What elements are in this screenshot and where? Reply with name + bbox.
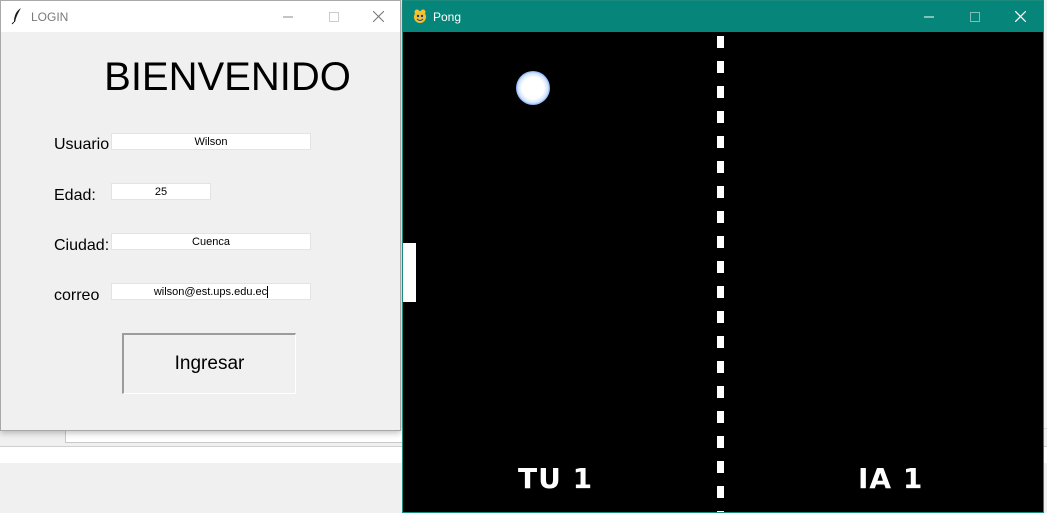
net-dash (717, 36, 724, 48)
correo-value: wilson@est.ups.edu.ec (153, 286, 268, 298)
pong-game-canvas[interactable]: TU 1 IA 1 (403, 32, 1043, 512)
net-dash (717, 386, 724, 398)
maximize-button[interactable] (952, 1, 998, 32)
feather-icon (11, 8, 21, 25)
player-paddle (403, 243, 416, 302)
maximize-button[interactable] (311, 1, 357, 32)
net-dash (717, 111, 724, 123)
net-dash (717, 161, 724, 173)
net-dash (717, 236, 724, 248)
net-dash (717, 486, 724, 498)
net-dash (717, 511, 724, 512)
close-button[interactable] (355, 1, 401, 32)
maximize-icon (970, 11, 980, 22)
welcome-heading: BIENVENIDO (104, 55, 351, 99)
window-title: Pong (433, 10, 462, 24)
net-dash (717, 86, 724, 98)
correo-label: correo (54, 287, 100, 304)
net-dash (717, 211, 724, 223)
center-net (717, 32, 724, 512)
correo-input[interactable]: wilson@est.ups.edu.ec (111, 283, 311, 300)
edad-label: Edad: (54, 187, 96, 204)
player-score: TU 1 (518, 462, 594, 495)
pong-titlebar[interactable]: Pong (403, 1, 1043, 32)
login-window: LOGIN BIENVENIDO Usuario Wilson Edad: 25… (0, 0, 401, 431)
minimize-icon (924, 16, 934, 17)
ingresar-button[interactable]: Ingresar (122, 333, 296, 394)
usuario-label: Usuario (54, 136, 110, 153)
ai-score: IA 1 (858, 462, 924, 495)
net-dash (717, 436, 724, 448)
close-icon (1014, 11, 1026, 22)
net-dash (717, 136, 724, 148)
ciudad-input[interactable]: Cuenca (111, 233, 311, 250)
text-caret (267, 286, 269, 299)
maximize-icon (329, 11, 339, 22)
net-dash (717, 411, 724, 423)
minimize-button[interactable] (906, 1, 952, 32)
net-dash (717, 261, 724, 273)
edad-input[interactable]: 25 (111, 183, 211, 200)
net-dash (717, 61, 724, 73)
window-title: LOGIN (31, 10, 69, 24)
minimize-button[interactable] (265, 1, 311, 32)
minimize-icon (283, 16, 293, 17)
close-button[interactable] (997, 1, 1043, 32)
net-dash (717, 186, 724, 198)
close-icon (372, 11, 384, 22)
pygame-snake-icon (414, 9, 426, 23)
ciudad-label: Ciudad: (54, 237, 110, 254)
net-dash (717, 461, 724, 473)
usuario-input[interactable]: Wilson (111, 133, 311, 150)
net-dash (717, 361, 724, 373)
login-titlebar[interactable]: LOGIN (1, 1, 400, 32)
pong-ball (516, 71, 550, 105)
net-dash (717, 336, 724, 348)
net-dash (717, 286, 724, 298)
net-dash (717, 311, 724, 323)
pong-window: Pong TU 1 IA 1 (402, 0, 1044, 513)
